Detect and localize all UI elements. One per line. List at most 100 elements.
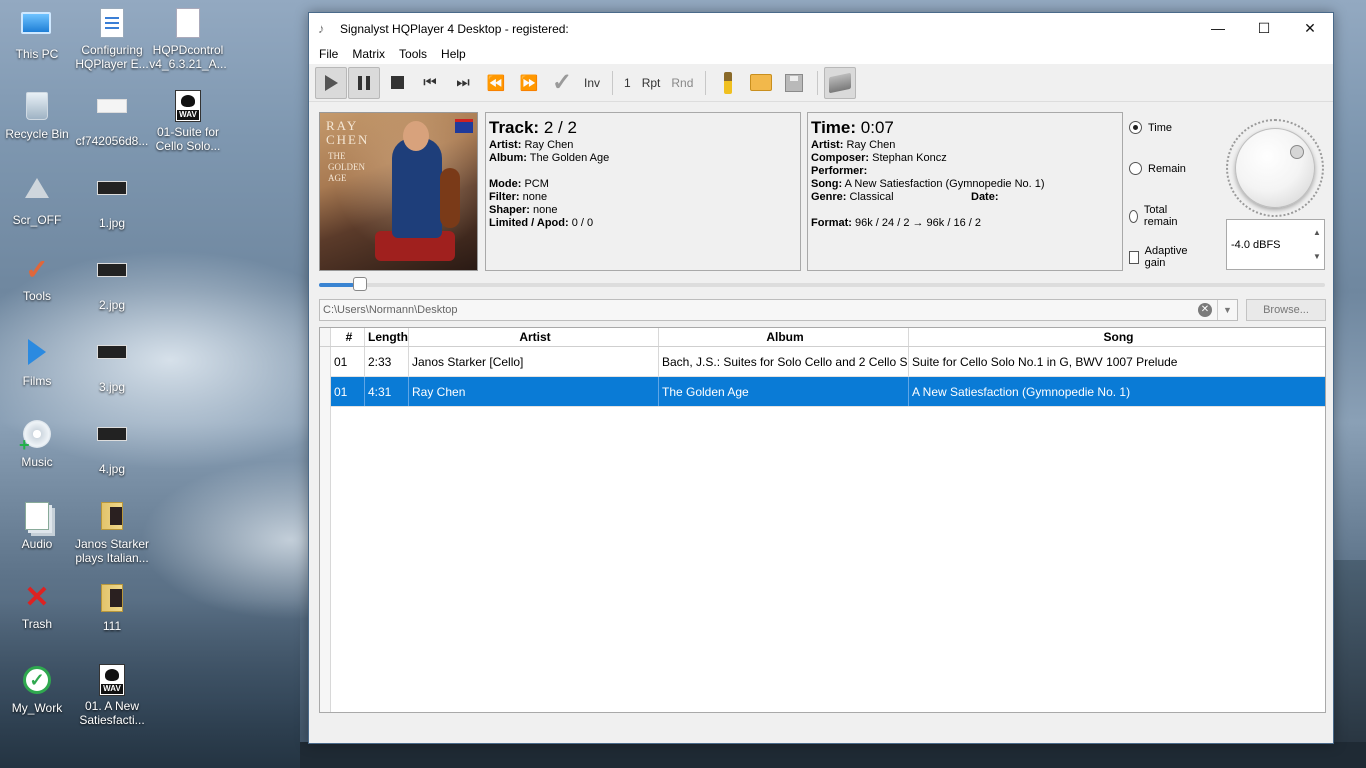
toolbar-separator xyxy=(817,70,819,95)
folder-icon xyxy=(101,502,123,530)
transport-button[interactable] xyxy=(824,66,857,99)
fast-forward-button[interactable]: ⏩ xyxy=(513,67,545,99)
desktop-icon-satiesfaction-wav[interactable]: WAV 01. A New Satiesfacti... xyxy=(72,664,152,727)
browse-button[interactable]: Browse... xyxy=(1246,299,1326,321)
volume-spinbox[interactable]: -4.0 dBFS ▲ ▼ xyxy=(1226,219,1325,270)
desktop-icon-tools[interactable]: ✓ Tools xyxy=(0,254,77,303)
minimize-button[interactable]: — xyxy=(1195,13,1241,43)
desktop-icon-1jpg[interactable]: 1.jpg xyxy=(72,172,152,230)
shortcut-icon xyxy=(25,178,49,198)
album-art-artist-text: RAY CHEN xyxy=(326,118,370,147)
close-button[interactable]: ✕ xyxy=(1287,13,1333,43)
column-header-number[interactable]: # xyxy=(331,328,365,346)
pause-button[interactable] xyxy=(348,66,380,99)
mode-label: Mode: xyxy=(489,178,522,190)
column-header-song[interactable]: Song xyxy=(909,328,1325,346)
open-button[interactable] xyxy=(745,67,777,99)
document-icon xyxy=(100,8,124,38)
playlist-table: # Length Artist Album Song 1 01 2:33 Jan… xyxy=(319,327,1326,713)
desktop-icon-my-work[interactable]: ✓ My_Work xyxy=(0,664,77,715)
play-button[interactable] xyxy=(315,66,347,99)
stop-button[interactable] xyxy=(381,67,413,99)
repeat-button[interactable]: Rpt xyxy=(637,67,666,99)
menu-tools[interactable]: Tools xyxy=(392,47,434,61)
desktop-icon-scr-off[interactable]: Scr_OFF xyxy=(0,172,77,227)
single-button[interactable]: 1 xyxy=(619,67,636,99)
cell-number: 01 xyxy=(331,347,365,376)
maximize-button[interactable]: ☐ xyxy=(1241,13,1287,43)
radio-label: Remain xyxy=(1148,162,1186,175)
checkbox[interactable] xyxy=(1129,250,1139,264)
clear-icon[interactable]: ✕ xyxy=(1198,303,1212,317)
spin-up-icon[interactable]: ▲ xyxy=(1313,228,1321,237)
menu-matrix[interactable]: Matrix xyxy=(345,47,392,61)
desktop-icon-this-pc[interactable]: This PC xyxy=(0,8,77,61)
toolbar: ⏮ ⏭ ⏪ ⏩ ✓ Inv 1 Rpt Rnd xyxy=(309,64,1333,102)
filter-value: none xyxy=(522,191,548,203)
cell-song: Suite for Cello Solo No.1 in G, BWV 1007… xyxy=(912,354,1178,369)
title-bar[interactable]: ♪ Signalyst HQPlayer 4 Desktop - registe… xyxy=(309,13,1333,44)
spin-down-icon[interactable]: ▼ xyxy=(1313,252,1321,261)
composer-value: Stephan Koncz xyxy=(872,152,947,164)
clear-playlist-button[interactable] xyxy=(712,67,744,99)
radio-label: Total remain xyxy=(1143,204,1178,228)
table-row-selected[interactable]: 2 01 4:31 Ray Chen The Golden Age A New … xyxy=(320,377,1325,407)
invert-button[interactable]: Inv xyxy=(579,67,605,99)
wav-badge: WAV xyxy=(177,110,199,120)
desktop-icon-label: Tools xyxy=(22,289,51,303)
column-header-artist[interactable]: Artist xyxy=(409,328,659,346)
path-combobox[interactable]: C:\Users\Normann\Desktop ✕ ▼ xyxy=(319,299,1238,321)
volume-knob[interactable] xyxy=(1226,119,1324,217)
computer-icon xyxy=(21,12,51,34)
wav-badge: WAV xyxy=(101,684,123,694)
column-header-album[interactable]: Album xyxy=(659,328,909,346)
apply-button[interactable]: ✓ xyxy=(546,67,578,99)
desktop-icon-suite-wav[interactable]: WAV 01-Suite for Cello Solo... xyxy=(148,90,228,153)
radio-remain[interactable]: Remain xyxy=(1129,162,1186,175)
desktop-icon-3jpg[interactable]: 3.jpg xyxy=(72,336,152,394)
cell-length: 2:33 xyxy=(365,347,409,376)
limited-label: Limited / Apod: xyxy=(489,217,569,229)
next-track-button[interactable]: ⏭ xyxy=(447,67,479,99)
seek-progress xyxy=(319,283,355,287)
checkmark-circle-icon: ✓ xyxy=(23,666,51,694)
adaptive-gain-checkbox[interactable]: Adaptive gain xyxy=(1129,245,1191,269)
desktop-icon-configuring[interactable]: Configuring HQPlayer E... xyxy=(72,8,152,71)
radio-time[interactable]: Time xyxy=(1129,121,1172,134)
desktop-icon-cf742056[interactable]: cf742056d8... xyxy=(72,90,152,148)
chevron-down-icon[interactable]: ▼ xyxy=(1217,300,1237,320)
desktop-icon-2jpg[interactable]: 2.jpg xyxy=(72,254,152,312)
menu-file[interactable]: File xyxy=(312,47,345,61)
desktop-icon-label: 111 xyxy=(102,619,122,633)
format-label: Format: xyxy=(811,217,852,229)
desktop-icon-label: Scr_OFF xyxy=(12,213,62,227)
previous-track-button[interactable]: ⏮ xyxy=(414,67,446,99)
album-value: The Golden Age xyxy=(529,152,610,164)
random-button[interactable]: Rnd xyxy=(666,67,698,99)
toolbar-separator xyxy=(612,70,614,95)
desktop-icon-films[interactable]: Films xyxy=(0,336,77,388)
stop-icon xyxy=(390,76,404,89)
desktop-icon-audio[interactable]: Audio xyxy=(0,500,77,551)
radio-total-remain[interactable]: Total remain xyxy=(1129,204,1182,228)
column-header-length[interactable]: Length xyxy=(365,328,409,346)
table-row[interactable]: 1 01 2:33 Janos Starker [Cello] Bach, J.… xyxy=(320,347,1325,377)
desktop-icon-janos-starker[interactable]: Janos Starker plays Italian... xyxy=(72,500,152,565)
app-icon: ♪ xyxy=(318,20,325,36)
desktop-icon-music[interactable]: Music xyxy=(0,418,77,469)
rewind-button[interactable]: ⏪ xyxy=(480,67,512,99)
desktop-icon-hqpdcontrol[interactable]: HQPDcontrol v4_6.3.21_A... xyxy=(148,8,228,71)
tools-icon: ✓ xyxy=(25,254,49,285)
radio-button[interactable] xyxy=(1129,121,1142,134)
seek-handle[interactable] xyxy=(353,277,368,291)
desktop-icon-111[interactable]: 111 xyxy=(72,582,152,633)
desktop-icon-4jpg[interactable]: 4.jpg xyxy=(72,418,152,476)
menu-bar: File Matrix Tools Help xyxy=(309,44,1333,64)
radio-button[interactable] xyxy=(1129,162,1142,175)
save-button[interactable] xyxy=(778,67,810,99)
radio-button[interactable] xyxy=(1129,209,1138,223)
desktop-icon-recycle-bin[interactable]: Recycle Bin xyxy=(0,90,77,141)
seek-slider[interactable] xyxy=(319,277,1325,291)
desktop-icon-trash[interactable]: ✕ Trash xyxy=(0,582,77,632)
menu-help[interactable]: Help xyxy=(434,47,473,61)
